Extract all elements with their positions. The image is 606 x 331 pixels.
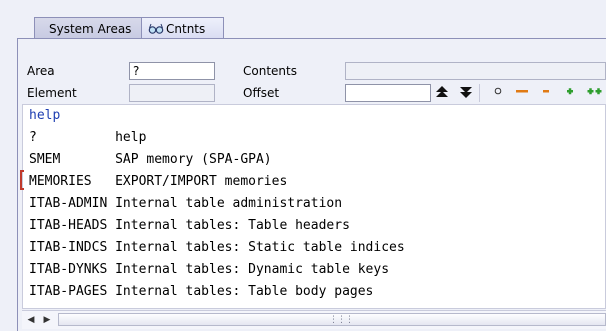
horizontal-scrollbar[interactable]: ◀ ▶ ⋮⋮⋮: [22, 310, 606, 329]
list-item[interactable]: ? help: [29, 130, 146, 145]
toolbar-separator: [479, 84, 480, 102]
minus-icon: [543, 90, 549, 93]
circle-icon: [494, 87, 502, 95]
offset-label: Offset: [243, 86, 280, 100]
output-header: help: [29, 108, 61, 123]
list-item[interactable]: ITAB-PAGES Internal tables: Table body p…: [29, 284, 373, 299]
area-field[interactable]: [129, 62, 215, 80]
list-item[interactable]: ITAB-ADMIN Internal table administration: [29, 196, 342, 211]
page-top-button[interactable]: [434, 85, 450, 101]
tab-system-areas[interactable]: System Areas: [34, 17, 142, 39]
contents-label: Contents: [243, 64, 297, 78]
element-label: Element: [27, 86, 77, 100]
scroll-right-icon[interactable]: ▶: [40, 313, 54, 327]
list-item[interactable]: ITAB-HEADS Internal tables: Table header…: [29, 218, 350, 233]
list-item[interactable]: ITAB-INDCS Internal tables: Static table…: [29, 240, 405, 255]
scroll-thumb[interactable]: ⋮⋮⋮: [58, 313, 606, 326]
tab-strip: System Areas Cntnts: [0, 0, 606, 40]
offset-field[interactable]: [345, 84, 431, 102]
element-field[interactable]: [129, 84, 215, 102]
page-bottom-icon: [460, 87, 472, 98]
contents-field[interactable]: [345, 62, 606, 80]
selection-marker: [20, 170, 24, 190]
output-list[interactable]: help ? help SMEM SAP memory (SPA-GPA) ME…: [22, 104, 606, 309]
tab-contents-label: Cntnts: [166, 22, 206, 36]
long-minus-icon: [516, 90, 528, 93]
page-top-icon: [436, 86, 448, 97]
minus-button[interactable]: [538, 85, 554, 101]
page-bottom-button[interactable]: [458, 85, 474, 101]
double-plus-icon: [587, 88, 602, 95]
scroll-left-icon[interactable]: ◀: [24, 313, 38, 327]
plus-icon: [567, 88, 573, 95]
area-label: Area: [27, 64, 55, 78]
plus-button[interactable]: [562, 85, 578, 101]
list-item[interactable]: MEMORIES EXPORT/IMPORT memories: [29, 174, 287, 189]
circle-button[interactable]: [490, 85, 506, 101]
tab-contents[interactable]: Cntnts: [141, 17, 224, 39]
long-minus-button[interactable]: [514, 85, 530, 101]
double-plus-button[interactable]: [586, 85, 604, 101]
list-item[interactable]: ITAB-DYNKS Internal tables: Dynamic tabl…: [29, 262, 389, 277]
glasses-icon: [148, 23, 164, 34]
list-item[interactable]: SMEM SAP memory (SPA-GPA): [29, 152, 272, 167]
grip-icon: ⋮⋮⋮: [329, 315, 354, 325]
